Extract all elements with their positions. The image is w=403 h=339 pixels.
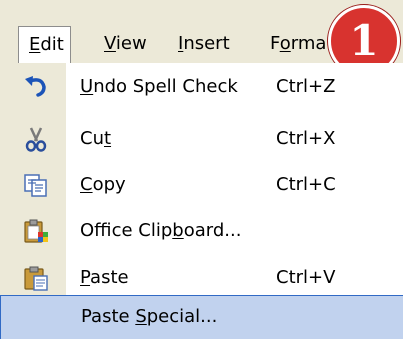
menu-item-paste[interactable]: Paste Ctrl+V <box>0 256 403 300</box>
menu-format[interactable]: Forma <box>270 30 326 58</box>
paste-shortcut: Ctrl+V <box>276 267 336 288</box>
undo-label: Undo Spell Check <box>80 76 238 97</box>
menu-item-copy[interactable]: Copy Ctrl+C <box>0 163 403 207</box>
menu-insert[interactable]: Insert <box>178 30 230 58</box>
office-clipboard-label: Office Clipboard... <box>80 220 242 241</box>
paste-special-label: Paste Special... <box>81 306 218 327</box>
menu-view[interactable]: View <box>104 30 147 58</box>
scissors-icon <box>22 125 50 153</box>
cut-shortcut: Ctrl+X <box>276 128 336 149</box>
menu-item-cut[interactable]: Cut Ctrl+X <box>0 117 403 161</box>
menu-edit[interactable]: Edit <box>18 26 71 63</box>
menu-item-office-clipboard[interactable]: Office Clipboard... <box>0 209 403 253</box>
menu-item-paste-special[interactable]: Paste Special... <box>0 295 403 339</box>
copy-shortcut: Ctrl+C <box>276 174 336 195</box>
paste-label: Paste <box>80 267 129 288</box>
undo-icon <box>22 73 50 101</box>
paste-icon <box>22 264 50 292</box>
undo-shortcut: Ctrl+Z <box>276 76 336 97</box>
office-clipboard-icon <box>22 217 50 245</box>
copy-icon <box>22 171 50 199</box>
cut-label: Cut <box>80 128 112 149</box>
menu-item-undo[interactable]: Undo Spell Check Ctrl+Z <box>0 65 403 109</box>
copy-label: Copy <box>80 174 126 195</box>
